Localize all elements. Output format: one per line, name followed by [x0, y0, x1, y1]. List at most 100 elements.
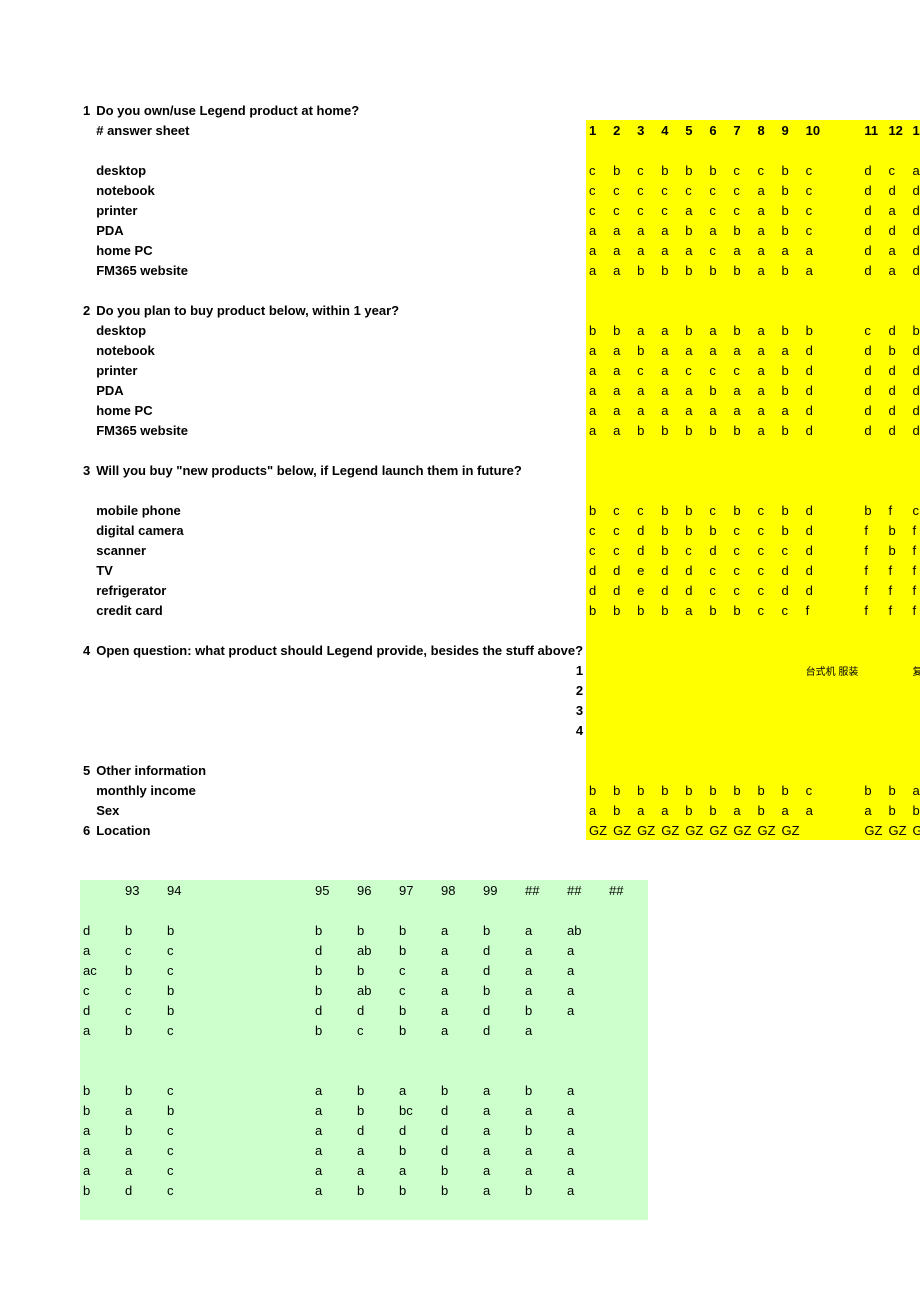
- green-header-cell: 98: [438, 880, 480, 900]
- cell: b: [861, 780, 885, 800]
- green-cell: b: [80, 1100, 122, 1120]
- cell: d: [803, 540, 862, 560]
- green-cell: b: [122, 1020, 164, 1040]
- green-cell: [206, 1120, 312, 1140]
- cell: d: [910, 380, 920, 400]
- cell: c: [730, 160, 754, 180]
- cell: c: [754, 600, 778, 620]
- cell: d: [803, 340, 862, 360]
- row-label: desktop: [93, 320, 586, 340]
- cell: d: [610, 560, 634, 580]
- green-cell: c: [164, 1140, 206, 1160]
- cell: b: [682, 160, 706, 180]
- green-cell: a: [122, 1140, 164, 1160]
- green-cell: [122, 1040, 164, 1060]
- q1-title: Do you own/use Legend product at home?: [93, 100, 920, 120]
- cell: f: [910, 560, 920, 580]
- cell: f: [885, 560, 909, 580]
- cell: a: [658, 340, 682, 360]
- green-cell: a: [564, 1080, 606, 1100]
- cell: b: [779, 420, 803, 440]
- cell: b: [610, 320, 634, 340]
- green-cell: a: [438, 1000, 480, 1020]
- cell: c: [706, 580, 730, 600]
- cell: b: [682, 500, 706, 520]
- green-cell: b: [438, 1180, 480, 1200]
- cell: a: [658, 240, 682, 260]
- q3-title: Will you buy "new products" below, if Le…: [93, 460, 586, 480]
- cell: b: [779, 220, 803, 240]
- row-label: printer: [93, 360, 586, 380]
- col-3: 3: [634, 120, 658, 140]
- row-label: FM365 website: [93, 260, 586, 280]
- col-4: 4: [658, 120, 682, 140]
- green-cell: a: [522, 1140, 564, 1160]
- green-cell: d: [480, 960, 522, 980]
- green-cell: [206, 1040, 312, 1060]
- cell: d: [586, 560, 610, 580]
- green-cell: a: [480, 1160, 522, 1180]
- cell: GZ: [658, 820, 682, 840]
- green-cell: d: [354, 1000, 396, 1020]
- green-cell: [606, 960, 648, 980]
- cell: b: [586, 780, 610, 800]
- open-row-num: 3: [93, 700, 586, 720]
- open-row-num: 2: [93, 680, 586, 700]
- cell: d: [586, 580, 610, 600]
- cell: c: [634, 160, 658, 180]
- row-label: refrigerator: [93, 580, 586, 600]
- cell: a: [658, 320, 682, 340]
- cell: d: [634, 540, 658, 560]
- spreadsheet-view: 1Do you own/use Legend product at home?#…: [80, 100, 920, 1220]
- cell: b: [730, 220, 754, 240]
- green-cell: [522, 1200, 564, 1220]
- cell: c: [586, 180, 610, 200]
- cell: d: [885, 380, 909, 400]
- row-label: home PC: [93, 400, 586, 420]
- cell: a: [586, 340, 610, 360]
- cell: b: [706, 160, 730, 180]
- green-cell: b: [354, 1180, 396, 1200]
- green-cell: [122, 900, 164, 920]
- cell: a: [706, 400, 730, 420]
- cell: c: [586, 540, 610, 560]
- cell: a: [586, 420, 610, 440]
- row-label: desktop: [93, 160, 586, 180]
- green-cell: a: [80, 1140, 122, 1160]
- cell: c: [634, 180, 658, 200]
- green-cell: [206, 1080, 312, 1100]
- cell: d: [803, 500, 862, 520]
- row-label: printer: [93, 200, 586, 220]
- cell: c: [754, 580, 778, 600]
- green-cell: a: [522, 960, 564, 980]
- green-cell: [206, 940, 312, 960]
- green-cell: b: [312, 980, 354, 1000]
- green-cell: [354, 1040, 396, 1060]
- cell: a: [779, 340, 803, 360]
- green-cell: a: [480, 1100, 522, 1120]
- cell: c: [586, 520, 610, 540]
- cell: b: [682, 220, 706, 240]
- cell: b: [658, 500, 682, 520]
- cell: a: [754, 240, 778, 260]
- col-10: 10: [803, 120, 862, 140]
- green-cell: [354, 900, 396, 920]
- cell: b: [610, 160, 634, 180]
- cell: a: [754, 360, 778, 380]
- cell: a: [730, 340, 754, 360]
- cell: b: [779, 160, 803, 180]
- cell: b: [610, 780, 634, 800]
- green-cell: [206, 980, 312, 1000]
- green-cell: [206, 1200, 312, 1220]
- cell: d: [706, 540, 730, 560]
- cell: a: [803, 800, 862, 820]
- cell: a: [706, 320, 730, 340]
- green-cell: a: [522, 1100, 564, 1120]
- green-cell: [606, 980, 648, 1000]
- cell: d: [682, 580, 706, 600]
- cell: a: [634, 800, 658, 820]
- q6-title: Location: [93, 820, 586, 840]
- cell: a: [634, 220, 658, 240]
- row-label: FM365 website: [93, 420, 586, 440]
- cell: c: [730, 520, 754, 540]
